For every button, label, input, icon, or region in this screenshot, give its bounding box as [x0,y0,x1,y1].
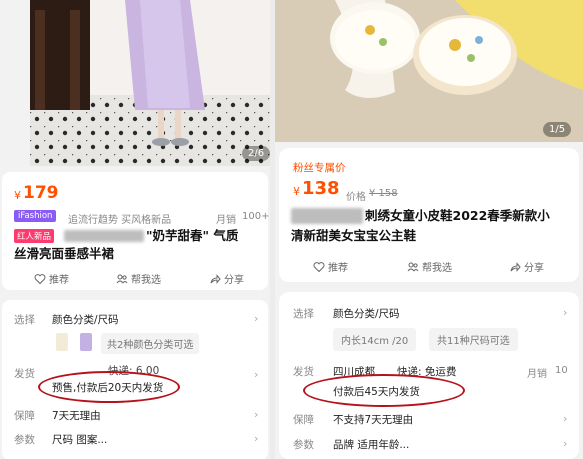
price-title-card: ¥ 179 iFashion 追流行趋势 买风格新品 月销 100+ 红人新品 … [2,172,270,290]
orig-price-value: ¥ 158 [369,188,398,199]
people-icon [407,262,419,271]
photo-counter: 1/5 [543,122,572,137]
recommend-button[interactable]: 推荐 [313,259,348,274]
size-chip[interactable]: 内长14cm /20 [333,328,417,351]
params-label: 参数 [14,434,35,446]
select-label: 选择 [293,308,314,320]
share-label: 分享 [224,275,244,286]
guarantee-value: 不支持7天无理由 [333,414,414,426]
new-item-badge-label: 红人新品 [17,232,52,242]
ship-label: 发货 [14,368,35,380]
swatch-lilac[interactable] [80,333,92,351]
price-value: 138 [302,178,340,199]
help-choose-button[interactable]: 帮我选 [116,271,161,286]
fan-price-label: 粉丝专属价 [293,162,346,174]
options-card: 选择 颜色分类/尺码 共2种颜色分类可选 › 发货 快递: 6.00 预售,付款… [2,300,268,459]
select-value: 颜色分类/尺码 [52,314,119,326]
share-button[interactable]: 分享 [509,259,544,274]
select-options-chip[interactable]: 共2种颜色分类可选 [101,333,200,354]
guarantee-label: 保障 [14,410,35,422]
skirt-photo-illustration [30,0,270,166]
people-icon [116,274,128,283]
price-value: 179 [23,183,59,203]
swatch-cream[interactable] [56,333,68,351]
share-label: 分享 [524,263,544,274]
options-card: 选择 颜色分类/尺码 内长14cm /20 共11种尺码可选 › 发货 四川成都… [279,292,579,459]
photo-counter: 2/6 [242,146,270,161]
price-currency: ¥ [14,189,21,202]
help-choose-button[interactable]: 帮我选 [407,259,452,274]
share-button[interactable]: 分享 [209,271,244,286]
recommend-label: 推荐 [49,275,69,286]
product-title-line2: 丝滑亮面垂感半裙 [14,246,115,261]
price-currency: ¥ [293,185,300,198]
product-title-line1: 刺绣女童小皮鞋2022春季新款小 [365,208,550,223]
select-value: 颜色分类/尺码 [333,308,400,320]
product-title-line1: "奶芋甜春" 气质 [146,228,239,243]
sales-label: 月销 [216,215,236,226]
left-product-panel: 2/6 ¥ 179 iFashion 追流行趋势 买风格新品 月销 100+ 红… [0,0,270,459]
right-product-panel: 1/5 粉丝专属价 ¥ 138 价格 ¥ 158 刺绣女童小皮鞋2022春季新款… [275,0,583,459]
product-photo-shoes[interactable]: 1/5 [275,0,583,142]
select-options-chip[interactable]: 共11种尺码可选 [429,328,518,351]
redacted-title-start [291,208,363,224]
chevron-right-icon: › [563,437,568,450]
orig-price-label: 价格 [346,192,366,203]
ship-label: 发货 [293,366,314,378]
sales-value: 10 [555,365,568,376]
price-title-card: 粉丝专属价 ¥ 138 价格 ¥ 158 刺绣女童小皮鞋2022春季新款小 清新… [279,148,579,282]
params-value: 尺码 图案... [52,434,108,446]
recommend-label: 推荐 [328,263,348,274]
brand-badge[interactable]: iFashion [14,210,57,222]
heart-icon [313,261,325,272]
params-label: 参数 [293,439,314,451]
new-item-badge: 红人新品 [14,229,55,243]
sales-value: 100+ [242,211,270,222]
product-photo-skirt[interactable]: 2/6 [30,0,270,166]
highlight-ring [38,371,180,403]
product-title-line2: 清新甜美女宝宝公主鞋 [291,228,417,243]
brand-tags: 追流行趋势 买风格新品 [68,215,172,226]
redacted-title-start [64,230,144,242]
chevron-right-icon: › [254,408,259,421]
help-choose-label: 帮我选 [131,275,161,286]
params-value: 品牌 适用年龄... [333,439,410,451]
highlight-ring [303,374,465,407]
chevron-right-icon: › [254,368,259,381]
share-icon [210,273,221,284]
chevron-right-icon: › [563,412,568,425]
help-choose-label: 帮我选 [422,263,452,274]
brand-badge-label: iFashion [18,211,53,221]
share-icon [510,261,521,272]
shoes-photo-illustration [275,0,583,142]
select-label: 选择 [14,314,35,326]
chevron-right-icon: › [254,432,259,445]
guarantee-value: 7天无理由 [52,410,101,422]
recommend-button[interactable]: 推荐 [34,271,69,286]
sales-label: 月销 [527,369,547,380]
chevron-right-icon: › [254,312,259,325]
chevron-right-icon: › [563,306,568,319]
guarantee-label: 保障 [293,414,314,426]
heart-icon [34,273,46,284]
